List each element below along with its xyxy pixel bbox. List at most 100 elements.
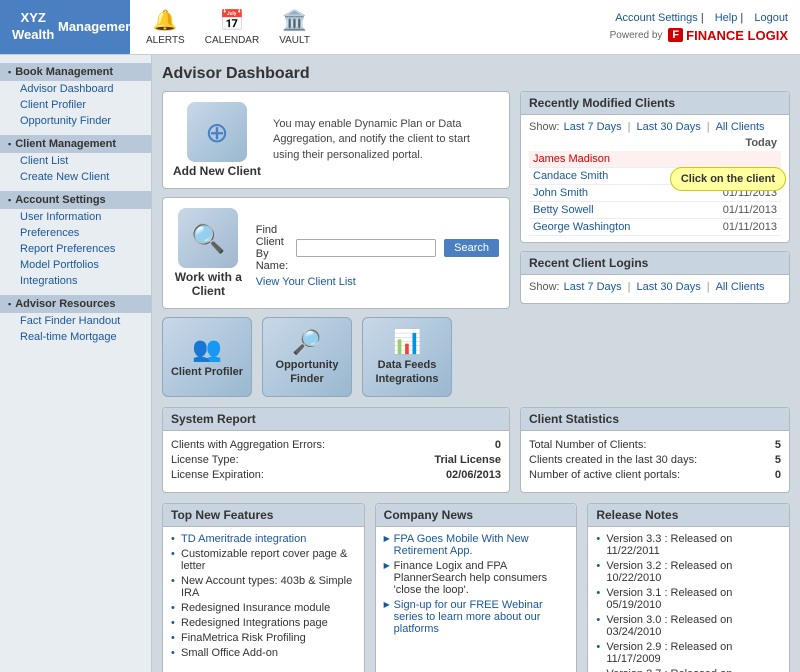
- news-item: Version 2.9 : Released on 11/17/2009: [596, 641, 781, 665]
- release-notes-title: Release Notes: [588, 504, 789, 527]
- sidebar-item-user-information[interactable]: User Information: [0, 209, 151, 225]
- news-item: New Account types: 403b & Simple IRA: [171, 575, 356, 599]
- app-logo[interactable]: XYZ Wealth Management: [0, 0, 130, 54]
- sidebar-book-management-title[interactable]: ▪ Book Management: [0, 63, 151, 81]
- system-report-card: System Report Clients with Aggregation E…: [162, 407, 510, 493]
- bottom-section: System Report Clients with Aggregation E…: [162, 407, 790, 493]
- find-client-label: Find Client By Name:: [256, 224, 288, 272]
- logins-show-row: Show: Last 7 Days | Last 30 Days | All C…: [529, 281, 781, 293]
- news-item: Redesigned Integrations page: [171, 617, 356, 629]
- system-report-body: Clients with Aggregation Errors: 0 Licen…: [163, 431, 509, 492]
- add-new-client-label: Add New Client: [173, 164, 261, 178]
- news-item: TD Ameritrade integration: [171, 533, 356, 545]
- sidebar-item-opportunity-finder[interactable]: Opportunity Finder: [0, 113, 151, 129]
- company-news-card: Company News FPA Goes Mobile With New Re…: [375, 503, 578, 672]
- td-ameritrade-link[interactable]: TD Ameritrade integration: [181, 533, 306, 545]
- sidebar-section-advisor-resources: ▪ Advisor Resources Fact Finder Handout …: [0, 295, 151, 345]
- nav-alerts[interactable]: 🔔 ALERTS: [146, 8, 185, 46]
- add-new-client-body: You may enable Dynamic Plan or Data Aggr…: [273, 117, 499, 163]
- release-notes-card: Release Notes Version 3.3 : Released on …: [587, 503, 790, 672]
- sidebar-item-realtime-mortgage[interactable]: Real-time Mortgage: [0, 329, 151, 345]
- fpa-mobile-link[interactable]: FPA Goes Mobile With New Retirement App.: [394, 533, 529, 557]
- add-new-client-card: ⊕ Add New Client You may enable Dynamic …: [162, 91, 510, 189]
- news-item: FinaMetrica Risk Profiling: [171, 632, 356, 644]
- recent-logins-card: Recent Client Logins Show: Last 7 Days |…: [520, 251, 790, 304]
- search-button[interactable]: Search: [444, 239, 499, 257]
- client-link-betty-sowell[interactable]: Betty Sowell: [533, 204, 594, 216]
- toggle-icon: ▪: [8, 139, 11, 149]
- work-with-client-icon[interactable]: 🔍: [178, 208, 238, 268]
- release-notes-body: Version 3.3 : Released on 11/22/2011 Ver…: [588, 527, 789, 672]
- sidebar-account-settings-title[interactable]: ▪ Account Settings: [0, 191, 151, 209]
- left-panels: ⊕ Add New Client You may enable Dynamic …: [162, 91, 510, 397]
- help-link[interactable]: Help: [715, 12, 738, 24]
- sidebar-advisor-resources-title[interactable]: ▪ Advisor Resources: [0, 295, 151, 313]
- recent-logins-title: Recent Client Logins: [521, 252, 789, 275]
- client-profiler-panel-label: Client Profiler: [171, 366, 243, 379]
- sidebar-item-fact-finder[interactable]: Fact Finder Handout: [0, 313, 151, 329]
- logout-link[interactable]: Logout: [754, 12, 788, 24]
- news-item: Finance Logix and FPA PlannerSearch help…: [384, 560, 569, 596]
- sidebar-item-model-portfolios[interactable]: Model Portfolios: [0, 257, 151, 273]
- app-header: XYZ Wealth Management 🔔 ALERTS 📅 CALENDA…: [0, 0, 800, 55]
- client-profiler-panel[interactable]: 👥 Client Profiler: [162, 317, 252, 397]
- aggregation-errors-value: 0: [495, 439, 501, 451]
- vault-icon: 🏛️: [282, 8, 307, 33]
- client-date-george-washington: 01/11/2013: [687, 219, 781, 236]
- clients-table-container: Today James Madison Candace Smith 01/11/…: [529, 137, 781, 236]
- sidebar-item-advisor-dashboard[interactable]: Advisor Dashboard: [0, 81, 151, 97]
- sidebar-client-management-title[interactable]: ▪ Client Management: [0, 135, 151, 153]
- client-link-john-smith[interactable]: John Smith: [533, 187, 588, 199]
- alerts-label: ALERTS: [146, 35, 185, 46]
- news-item: Small Office Add-on: [171, 647, 356, 659]
- show-last-7-days[interactable]: Last 7 Days: [564, 121, 622, 133]
- sidebar-item-create-new-client[interactable]: Create New Client: [0, 169, 151, 185]
- active-portals-value: 0: [775, 469, 781, 481]
- top-nav: 🔔 ALERTS 📅 CALENDAR 🏛️ VAULT: [130, 0, 607, 54]
- view-client-list-link[interactable]: View Your Client List: [256, 276, 499, 288]
- logins-show-all[interactable]: All Clients: [716, 281, 765, 293]
- system-report-title: System Report: [163, 408, 509, 431]
- news-item: Version 3.0 : Released on 03/24/2010: [596, 614, 781, 638]
- top-section: ⊕ Add New Client You may enable Dynamic …: [162, 91, 790, 397]
- report-row: License Type: Trial License: [171, 454, 501, 466]
- news-item: Version 3.3 : Released on 11/22/2011: [596, 533, 781, 557]
- account-settings-link[interactable]: Account Settings: [615, 12, 698, 24]
- data-feeds-panel[interactable]: 📊 Data Feeds Integrations: [362, 317, 452, 397]
- show-last-30-days[interactable]: Last 30 Days: [637, 121, 701, 133]
- add-new-client-description: You may enable Dynamic Plan or Data Aggr…: [273, 117, 499, 163]
- sidebar-item-client-list[interactable]: Client List: [0, 153, 151, 169]
- sidebar-item-preferences[interactable]: Preferences: [0, 225, 151, 241]
- client-date-james-madison: [687, 151, 781, 168]
- work-with-client-label: Work with a Client: [173, 270, 244, 298]
- recently-modified-card: Recently Modified Clients Show: Last 7 D…: [520, 91, 790, 243]
- client-link-candace-smith[interactable]: Candace Smith: [533, 170, 608, 182]
- clients-last-30-value: 5: [775, 454, 781, 466]
- license-type-value: Trial License: [434, 454, 501, 466]
- add-new-client-icon[interactable]: ⊕: [187, 102, 247, 162]
- show-all-clients[interactable]: All Clients: [716, 121, 765, 133]
- sidebar-item-client-profiler[interactable]: Client Profiler: [0, 97, 151, 113]
- report-row: License Expiration: 02/06/2013: [171, 469, 501, 481]
- search-input[interactable]: [296, 239, 436, 257]
- main-content: Advisor Dashboard ⊕ Add New Client You m…: [152, 55, 800, 672]
- page-title: Advisor Dashboard: [162, 65, 790, 83]
- work-with-client-body: Find Client By Name: Search View Your Cl…: [256, 218, 499, 288]
- client-link-james-madison[interactable]: James Madison: [533, 153, 610, 165]
- news-item: Customizable report cover page & letter: [171, 548, 356, 572]
- webinar-link[interactable]: Sign-up for our FREE Webinar series to l…: [394, 599, 543, 635]
- sidebar-item-integrations[interactable]: Integrations: [0, 273, 151, 289]
- logins-show-last-30[interactable]: Last 30 Days: [637, 281, 701, 293]
- sidebar-item-report-preferences[interactable]: Report Preferences: [0, 241, 151, 257]
- right-panels: Recently Modified Clients Show: Last 7 D…: [520, 91, 790, 397]
- opportunity-finder-panel-label: Opportunity Finder: [263, 359, 351, 385]
- nav-calendar[interactable]: 📅 CALENDAR: [205, 8, 259, 46]
- toggle-icon: ▪: [8, 67, 11, 77]
- nav-vault[interactable]: 🏛️ VAULT: [279, 8, 310, 46]
- sidebar: ▪ Book Management Advisor Dashboard Clie…: [0, 55, 152, 672]
- powered-by: Powered by F FINANCE LOGIX: [610, 28, 788, 43]
- client-link-george-washington[interactable]: George Washington: [533, 221, 630, 233]
- logins-show-last-7[interactable]: Last 7 Days: [564, 281, 622, 293]
- opportunity-finder-panel[interactable]: 🔎 Opportunity Finder: [262, 317, 352, 397]
- client-statistics-card: Client Statistics Total Number of Client…: [520, 407, 790, 493]
